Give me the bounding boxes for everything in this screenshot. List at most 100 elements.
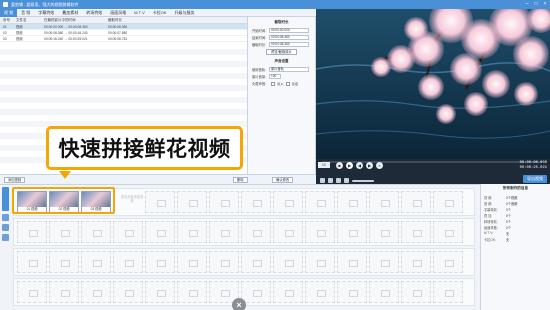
forward-icon[interactable]: »	[376, 162, 383, 169]
empty-slot[interactable]	[49, 221, 79, 243]
prev-frame-icon[interactable]: ◀	[356, 162, 363, 169]
empty-slot[interactable]	[369, 221, 399, 243]
menu-karaoke[interactable]: 卡拉OK	[149, 9, 171, 17]
empty-slot[interactable]	[401, 251, 431, 273]
empty-slot[interactable]	[433, 221, 463, 243]
menu-audio[interactable]: 音 频	[17, 9, 34, 17]
maximize-icon[interactable]: □	[533, 1, 539, 7]
subtitle-track-icon[interactable]	[2, 224, 9, 231]
volume-icon[interactable]	[344, 178, 349, 183]
empty-slot[interactable]	[145, 251, 175, 273]
empty-row	[0, 61, 247, 67]
empty-slot[interactable]	[209, 191, 239, 213]
empty-slot[interactable]	[273, 281, 303, 303]
empty-slot[interactable]	[305, 191, 335, 213]
close-icon[interactable]: ×	[542, 1, 548, 7]
empty-slot[interactable]	[305, 281, 335, 303]
empty-slot[interactable]	[17, 281, 47, 303]
menu-overlay[interactable]: 叠加素材	[58, 9, 82, 17]
volume-row: 原片音量: 100	[252, 74, 311, 79]
empty-slot[interactable]	[433, 251, 463, 273]
empty-slot[interactable]	[81, 221, 111, 243]
empty-slot[interactable]	[49, 281, 79, 303]
menu-mtv[interactable]: M T V	[130, 9, 149, 17]
empty-slot[interactable]	[401, 221, 431, 243]
empty-slot[interactable]	[337, 191, 367, 213]
empty-slot[interactable]	[177, 191, 207, 213]
empty-slot[interactable]	[81, 281, 111, 303]
menu-style[interactable]: 画面风格	[106, 9, 130, 17]
preview-trim-button[interactable]: 预览/截取原片	[266, 49, 297, 55]
empty-slot[interactable]	[145, 191, 175, 213]
subtitle-track	[13, 248, 475, 276]
next-frame-icon[interactable]: ▶	[366, 162, 373, 169]
empty-slot[interactable]	[273, 221, 303, 243]
menu-video[interactable]: 视 频	[0, 8, 18, 17]
empty-slot[interactable]	[241, 221, 271, 243]
delete-button[interactable]: 删除	[233, 177, 248, 183]
table-row[interactable]: 03 视频 00:00:16.240 → 00:00:25.021 00:00:…	[0, 36, 247, 42]
audio-track-select[interactable]: 原片音轨	[269, 67, 309, 72]
empty-slot[interactable]	[305, 251, 335, 273]
empty-slot[interactable]	[369, 281, 399, 303]
empty-slot[interactable]	[17, 251, 47, 273]
volume-slider[interactable]	[352, 180, 374, 182]
empty-slot[interactable]	[337, 281, 367, 303]
empty-slot[interactable]	[177, 281, 207, 303]
start-time-row: 开始时间: 00:00:00.000	[252, 28, 311, 33]
empty-slot[interactable]	[369, 251, 399, 273]
empty-slot[interactable]	[273, 191, 303, 213]
audio-track-icon[interactable]	[2, 214, 9, 221]
empty-slot[interactable]	[337, 251, 367, 273]
menu-transition[interactable]: 转场特效	[82, 9, 106, 17]
end-time-field[interactable]: 00:00:08.360	[269, 35, 309, 40]
overlay-track-icon[interactable]	[2, 234, 9, 241]
menu-subtitle[interactable]: 字幕特效	[34, 9, 58, 17]
empty-slot[interactable]	[305, 221, 335, 243]
progress-bar[interactable]	[322, 161, 542, 163]
export-video-button[interactable]: 导出视频	[523, 175, 547, 183]
empty-slot[interactable]	[145, 281, 175, 303]
empty-slot[interactable]	[113, 251, 143, 273]
empty-slot[interactable]	[401, 191, 431, 213]
play-icon[interactable]: ▶	[346, 162, 353, 169]
confirm-button[interactable]: 确认修改	[272, 177, 294, 183]
empty-slot[interactable]	[113, 221, 143, 243]
empty-slot[interactable]	[241, 281, 271, 303]
empty-slot[interactable]	[401, 281, 431, 303]
empty-slot[interactable]	[177, 251, 207, 273]
empty-slot[interactable]	[209, 221, 239, 243]
empty-slot[interactable]	[81, 251, 111, 273]
collapse-timeline-button[interactable]: ×	[232, 298, 246, 310]
fade-out-checkbox[interactable]	[285, 81, 290, 86]
empty-slot[interactable]	[17, 221, 47, 243]
empty-slot[interactable]	[337, 221, 367, 243]
empty-slot[interactable]	[209, 251, 239, 273]
empty-slot[interactable]	[273, 251, 303, 273]
empty-slot[interactable]	[433, 191, 463, 213]
fade-in-checkbox[interactable]	[271, 81, 275, 86]
header-name: 文件名	[16, 18, 27, 22]
empty-slot[interactable]	[49, 251, 79, 273]
minimize-icon[interactable]: –	[524, 1, 530, 7]
empty-slot[interactable]	[113, 281, 143, 303]
empty-slot[interactable]	[145, 221, 175, 243]
volume-field[interactable]: 100	[269, 74, 281, 79]
length-field[interactable]: 00:00:08.360	[269, 42, 309, 47]
stop-icon[interactable]: ■	[336, 162, 343, 169]
empty-slot[interactable]	[241, 191, 271, 213]
empty-slot[interactable]	[241, 251, 271, 273]
snapshot-icon[interactable]	[320, 178, 325, 183]
video-track-icon[interactable]	[2, 187, 9, 211]
settings-icon[interactable]	[336, 178, 341, 183]
empty-slot[interactable]	[177, 221, 207, 243]
add-video-button[interactable]: 添加视频	[4, 177, 26, 183]
empty-slot[interactable]	[433, 281, 463, 303]
menu-upgrade[interactable]: 升级与服务	[171, 9, 199, 17]
fullscreen-icon[interactable]	[328, 178, 333, 183]
clip-toolbar: 添加视频 删除 确认修改	[0, 174, 316, 184]
add-video-hint[interactable]: 双击此处添加视频	[120, 195, 144, 203]
zoom-select[interactable]: 1X	[318, 162, 330, 168]
empty-slot[interactable]	[369, 191, 399, 213]
start-time-field[interactable]: 00:00:00.000	[269, 28, 309, 33]
